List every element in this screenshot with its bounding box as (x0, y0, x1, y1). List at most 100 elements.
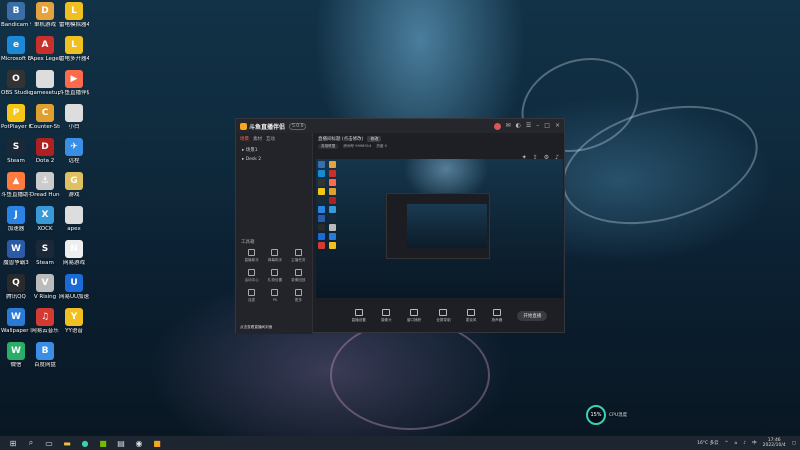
desktop-icon[interactable]: 小白 (59, 104, 89, 130)
tool-label: 直播助手 (244, 258, 259, 262)
cpu-monitor-widget[interactable]: 15% CPU温度 (586, 404, 638, 426)
bottom-action-button[interactable]: 扬声器 (492, 309, 502, 323)
tool-label: 录像回放 (291, 278, 306, 282)
desktop-icon[interactable]: V V Rising (30, 274, 60, 300)
desktop-icon[interactable]: J 加速器 (1, 206, 31, 232)
room-title[interactable]: 直播间标题 (点击修改) (318, 136, 363, 142)
desktop-icon[interactable]: O OBS Studio (1, 70, 31, 96)
desktop-icon[interactable]: ▶ 斗鱼直播伴侣 (59, 70, 89, 96)
desktop-icon[interactable]: B 百度网盘 (30, 342, 60, 368)
stream-preview[interactable] (316, 159, 563, 298)
desktop-icon[interactable]: P PotPlayer 64 bit (1, 104, 31, 130)
desktop-icon-label: gamesetup (30, 90, 60, 96)
desktop-icon[interactable]: e Microsoft Edge (1, 36, 31, 62)
desktop-icon-image: W (7, 308, 25, 326)
desktop-icon[interactable]: apex (59, 206, 89, 232)
tool-item[interactable]: 直播助手 (240, 249, 263, 263)
desktop-icon[interactable]: W 魔兽争霸3 (1, 240, 31, 266)
weather[interactable]: 16°C 多云 (697, 441, 719, 446)
desktop-icon-label: Steam (7, 158, 25, 164)
bottom-action-button[interactable]: 窗口捕获 (407, 309, 421, 323)
input-language[interactable]: 中 (752, 441, 757, 446)
desktop-icon[interactable]: gamesetup (30, 70, 60, 96)
desktop-icon[interactable]: Q 腾讯QQ (1, 274, 31, 300)
desktop-icon[interactable]: X XOCK (30, 206, 60, 232)
file-explorer-icon[interactable]: ▬ (63, 439, 71, 448)
desktop-icon[interactable]: ♫ 网易云音乐 (30, 308, 60, 334)
tool-item[interactable]: 连麦 (240, 289, 263, 303)
desktop-icon[interactable]: S Steam (30, 240, 60, 266)
edit-room-button[interactable]: 修改 (367, 136, 382, 142)
version-badge[interactable]: 5.0.0 (289, 122, 307, 130)
tab-interact[interactable]: 互动 (266, 136, 275, 142)
desktop-icon[interactable]: W 微信 (1, 342, 31, 368)
tool-item[interactable]: 礼物设置 (263, 269, 286, 283)
desktop-icon[interactable]: Y YY语音 (59, 308, 89, 334)
bottom-action-button[interactable]: 摄像头 (381, 309, 392, 323)
desktop-icon[interactable]: B Bandicam 9998914 (1, 2, 31, 28)
desktop-icon[interactable]: G 游戏 (59, 172, 89, 198)
bottom-action-button[interactable]: 全屏录制 (436, 309, 451, 323)
bottom-action-button[interactable]: 麦克风 (466, 309, 476, 323)
desktop-icon-image (65, 104, 83, 122)
tool-item[interactable]: 弹幕助手 (263, 249, 286, 263)
desktop-icon[interactable]: ✈ 远程 (59, 138, 89, 164)
volume-icon[interactable]: ♪ (743, 441, 746, 446)
footer-note[interactable]: 点击查看直播间封面 (240, 325, 272, 330)
search-icon[interactable]: ⌕ (27, 438, 35, 447)
tool-item[interactable]: 主播任务 (287, 249, 310, 263)
desktop-icon-image (36, 70, 54, 88)
tool-item[interactable]: 更多 (287, 289, 310, 303)
tab-scenes[interactable]: 场景 (240, 136, 249, 142)
scene-item[interactable]: ▸ Desk 2 (236, 155, 312, 164)
menu-icon[interactable]: ☰ (526, 123, 531, 129)
skin-icon[interactable]: ◐ (516, 123, 521, 129)
streaming-app-taskbar-icon[interactable]: ■ (153, 439, 161, 448)
desktop-icon[interactable]: ▲ 斗鱼直播助手 (1, 172, 31, 198)
desktop-icon-label: 小白 (68, 124, 80, 130)
clock[interactable]: 17:46 2022/10/4 (763, 438, 786, 448)
tool-item[interactable]: 活动中心 (240, 269, 263, 283)
tray-arrow-icon[interactable]: ^ (725, 441, 729, 446)
desktop-icon[interactable]: L 雷电模拟器4 (59, 2, 89, 28)
start-button-icon[interactable]: ⊞ (9, 439, 17, 448)
action-icon (410, 309, 418, 316)
avatar[interactable] (493, 122, 501, 130)
minimize-icon[interactable]: – (536, 123, 539, 129)
notification-icon[interactable]: ▢ (792, 441, 796, 446)
nvidia-icon[interactable]: ■ (99, 439, 107, 448)
desktop-icon[interactable]: W Wallpaper Engine (1, 308, 31, 334)
start-live-button[interactable]: 开始直播 (517, 311, 548, 321)
task-view-icon[interactable]: ▭ (45, 439, 53, 448)
desktop-icon[interactable]: N 网易游戏 (59, 240, 89, 266)
taskbar-app-icon[interactable]: ● (81, 439, 89, 448)
tool-label: 主播任务 (291, 258, 306, 262)
desktop-icon[interactable]: L 雷电多开器4 (59, 36, 89, 62)
desktop-icon[interactable]: C Counter-Strike Global Off... (30, 104, 60, 130)
steam-icon[interactable]: ◉ (135, 439, 143, 448)
desktop-icon-label: apex (67, 226, 81, 232)
recursive-preview-image (407, 204, 487, 248)
desktop-icon-image: ⚓ (36, 172, 54, 190)
message-icon[interactable]: ✉ (506, 123, 511, 129)
desktop-icon[interactable]: D Dota 2 (30, 138, 60, 164)
scene-item[interactable]: ▸ 场景1 (236, 145, 312, 155)
tool-icon (248, 249, 256, 256)
close-icon[interactable]: × (555, 123, 560, 129)
category-chip[interactable]: 英雄联盟 (318, 144, 339, 149)
desktop-icon[interactable]: A Apex Legends (30, 36, 60, 62)
tool-label: 连麦 (248, 298, 256, 302)
desktop-icon-image: ▶ (65, 70, 83, 88)
tool-item[interactable]: PK (263, 289, 286, 303)
desktop-icon[interactable]: ⚓ Dread Hunger (30, 172, 60, 198)
tab-materials[interactable]: 素材 (253, 136, 262, 142)
desktop-icon-image: B (7, 2, 25, 20)
bottom-action-button[interactable]: 直播设置 (352, 309, 366, 323)
terminal-icon[interactable]: ▤ (117, 439, 125, 448)
maximize-icon[interactable]: □ (544, 123, 550, 129)
desktop-icon[interactable]: U 网易UU加速器 (59, 274, 89, 300)
desktop-icon[interactable]: D 单机游戏 (30, 2, 60, 28)
tool-item[interactable]: 录像回放 (287, 269, 310, 283)
desktop-icon[interactable]: S Steam (1, 138, 31, 164)
network-icon[interactable]: ⌂ (734, 441, 737, 446)
